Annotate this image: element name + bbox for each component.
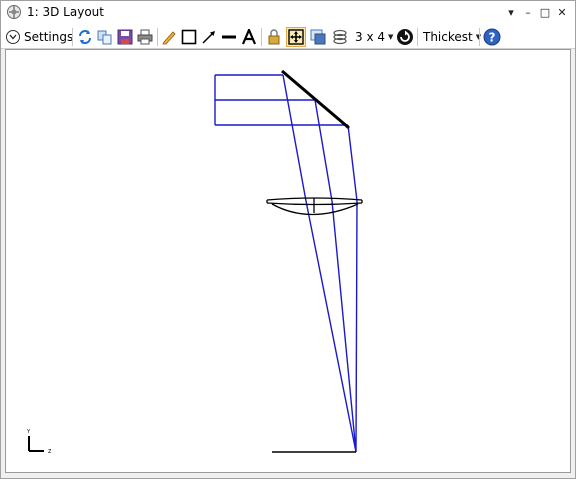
layout-dropdown[interactable]: 3 x 4 ▼ — [355, 27, 393, 47]
input-beam — [214, 74, 348, 126]
chevron-down-icon — [6, 30, 20, 44]
line-icon[interactable] — [219, 27, 239, 47]
toolbar: Settings 3 x 4 ▼ Thickest ? — [1, 25, 575, 49]
arrow-icon[interactable] — [199, 27, 219, 47]
rotate-icon[interactable] — [395, 27, 415, 47]
layout-canvas[interactable]: Y Z — [5, 49, 571, 473]
thickness-dropdown[interactable]: Thickest ▼ — [423, 27, 481, 47]
layout-drawing: Y Z — [26, 69, 363, 455]
axis-indicator: Y Z — [26, 429, 52, 455]
toolbar-divider — [261, 28, 262, 46]
save-icon[interactable] — [115, 27, 135, 47]
text-icon[interactable] — [239, 27, 259, 47]
copy-icon[interactable] — [95, 27, 115, 47]
maximize-button[interactable]: □ — [536, 3, 554, 21]
close-button[interactable]: ✕ — [553, 3, 571, 21]
title-bar: 1: 3D Layout ▾ – □ ✕ — [1, 1, 575, 25]
window-menu-button[interactable]: ▾ — [502, 3, 520, 21]
settings-label: Settings — [24, 30, 74, 44]
help-icon[interactable]: ? — [482, 27, 502, 47]
pencil-icon[interactable] — [159, 27, 179, 47]
toolbar-divider — [157, 28, 158, 46]
app-icon — [7, 5, 21, 19]
toolbar-divider — [417, 28, 418, 46]
settings-button[interactable]: Settings — [6, 27, 73, 47]
svg-text:?: ? — [489, 31, 496, 45]
fit-view-icon[interactable] — [286, 27, 306, 47]
layers-icon[interactable] — [330, 27, 350, 47]
axis-label-z: Z — [48, 449, 52, 455]
minimize-button[interactable]: – — [519, 3, 537, 21]
toolbar-divider — [72, 28, 73, 46]
toolbar-divider — [479, 28, 480, 46]
ray-bundle — [282, 74, 358, 453]
window-icon[interactable] — [308, 27, 328, 47]
caret-down-icon: ▼ — [388, 33, 394, 41]
refresh-icon[interactable] — [75, 27, 95, 47]
layout-window: 1: 3D Layout ▾ – □ ✕ Settings 3 x 4 ▼ Th… — [0, 0, 576, 479]
axis-label-y: Y — [26, 429, 31, 435]
thickness-label: Thickest — [423, 30, 473, 44]
rectangle-icon[interactable] — [179, 27, 199, 47]
print-icon[interactable] — [135, 27, 155, 47]
lock-icon[interactable] — [264, 27, 284, 47]
window-title: 1: 3D Layout — [27, 5, 104, 19]
layout-label: 3 x 4 — [355, 30, 385, 44]
lens — [266, 197, 363, 216]
